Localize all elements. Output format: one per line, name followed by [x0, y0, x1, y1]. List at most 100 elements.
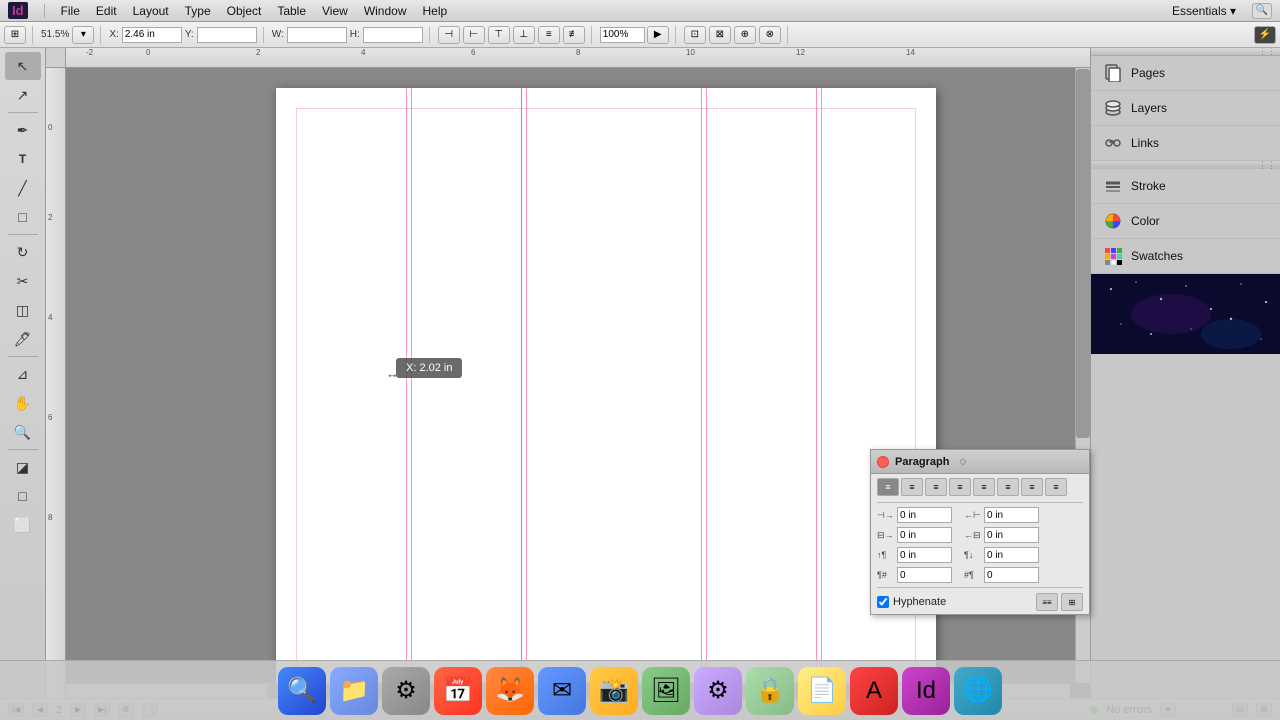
frame-fit-btn[interactable]: ⊡: [684, 26, 706, 44]
percent-play[interactable]: ▶: [647, 26, 669, 44]
panel-item-stroke[interactable]: Stroke: [1091, 169, 1280, 204]
align-justify-last-right[interactable]: ≡: [1021, 478, 1043, 496]
panel-item-pages[interactable]: Pages: [1091, 56, 1280, 91]
dock-mail[interactable]: ✉: [538, 667, 586, 715]
align-justify-last-center[interactable]: ≡: [997, 478, 1019, 496]
tool-transform[interactable]: ↻: [5, 238, 41, 266]
menu-help[interactable]: Help: [423, 4, 448, 18]
x-input[interactable]: [122, 27, 182, 43]
align-center-para-btn[interactable]: ≡: [901, 478, 923, 496]
align-justify-all[interactable]: ≡: [1045, 478, 1067, 496]
dock-indesign[interactable]: Id: [902, 667, 950, 715]
grid-tool[interactable]: ⊞: [4, 26, 26, 44]
tool-hand[interactable]: ✋: [5, 389, 41, 417]
tool-shape[interactable]: □: [5, 203, 41, 231]
tool-measure[interactable]: ⊿: [5, 360, 41, 388]
number-input-left[interactable]: [897, 567, 952, 583]
paragraph-title-bar[interactable]: Paragraph ◇: [871, 450, 1089, 474]
tool-apply-color[interactable]: □: [5, 482, 41, 510]
ruler-tick-neg2: -2: [86, 48, 93, 57]
last-indent-input[interactable]: [984, 527, 1039, 543]
menu-edit[interactable]: Edit: [96, 4, 117, 18]
tool-direct-selection[interactable]: ↗: [5, 81, 41, 109]
dock-calendar[interactable]: 📅: [434, 667, 482, 715]
w-label: W:: [272, 29, 284, 40]
panel-item-layers[interactable]: Layers: [1091, 91, 1280, 126]
lightning-btn[interactable]: ⚡: [1254, 26, 1276, 44]
dock-preview[interactable]: 🖼: [642, 667, 690, 715]
tool-selection[interactable]: ↖: [5, 52, 41, 80]
hyphenate-checkbox[interactable]: [877, 596, 889, 608]
right-indent-input[interactable]: [984, 507, 1039, 523]
tool-eyedropper[interactable]: 🖊: [5, 325, 41, 353]
first-line-indent-input[interactable]: [897, 527, 952, 543]
dock-settings[interactable]: ⚙: [382, 667, 430, 715]
frame-group: ⊡ ⊠ ⊕ ⊗: [684, 26, 788, 44]
align-middle-btn[interactable]: ≡: [538, 26, 560, 44]
space-before-input[interactable]: [897, 547, 952, 563]
h-input[interactable]: [363, 27, 423, 43]
menu-window[interactable]: Window: [364, 4, 407, 18]
tool-zoom[interactable]: 🔍: [5, 418, 41, 446]
tool-screen-mode[interactable]: ⬜: [5, 511, 41, 539]
tool-fill-stroke[interactable]: ◪: [5, 453, 41, 481]
ruler-tick-2: 2: [256, 48, 260, 57]
hyphenate-row: Hyphenate ≡≡ ⊞: [871, 590, 1089, 614]
tool-gradient[interactable]: ◫: [5, 296, 41, 324]
tool-line[interactable]: ╱: [5, 174, 41, 202]
menu-view[interactable]: View: [322, 4, 348, 18]
dock-finder[interactable]: 🔍: [278, 667, 326, 715]
panel-item-swatches[interactable]: Swatches: [1091, 239, 1280, 274]
panel-item-color[interactable]: Color: [1091, 204, 1280, 239]
align-right-para-btn[interactable]: ≡: [925, 478, 947, 496]
hyphen-style-2[interactable]: ⊞: [1061, 593, 1083, 611]
w-input[interactable]: [287, 27, 347, 43]
menu-file[interactable]: File: [61, 4, 80, 18]
paragraph-collapse[interactable]: ◇: [959, 456, 966, 467]
frame-center-btn[interactable]: ⊕: [734, 26, 756, 44]
align-justify-btn[interactable]: ≡: [949, 478, 971, 496]
tool-group-grid: ⊞: [4, 26, 33, 44]
dock-acrobat[interactable]: A: [850, 667, 898, 715]
zoom-dropdown[interactable]: ▾: [72, 26, 94, 44]
number-input-right[interactable]: [984, 567, 1039, 583]
menubar: Id File Edit Layout Type Object Table Vi…: [0, 0, 1280, 22]
dock-browser[interactable]: 🦊: [486, 667, 534, 715]
y-input[interactable]: [197, 27, 257, 43]
panel-header-resize[interactable]: ⋮⋮: [1091, 48, 1280, 56]
dock-system[interactable]: ⚙: [694, 667, 742, 715]
dock-security[interactable]: 🔒: [746, 667, 794, 715]
align-right-btn[interactable]: ⊤: [488, 26, 510, 44]
ruler-tick-4: 4: [361, 48, 365, 57]
align-left-btn[interactable]: ≡: [877, 478, 899, 496]
tool-scissors[interactable]: ✂: [5, 267, 41, 295]
panel-divider-1: ⋮⋮: [1091, 161, 1280, 169]
frame-auto-btn[interactable]: ⊗: [759, 26, 781, 44]
tool-pen[interactable]: ✒: [5, 116, 41, 144]
menu-essentials[interactable]: Essentials ▾: [1172, 4, 1236, 18]
align-top-btn[interactable]: ⊥: [513, 26, 535, 44]
page-document: [276, 88, 936, 698]
align-center-btn[interactable]: ⊢: [463, 26, 485, 44]
tool-type[interactable]: T: [5, 145, 41, 173]
dock-photos[interactable]: 📸: [590, 667, 638, 715]
panel-item-links[interactable]: Links: [1091, 126, 1280, 161]
left-indent-input[interactable]: [897, 507, 952, 523]
hyphenate-label: Hyphenate: [893, 596, 946, 608]
dock-globe[interactable]: 🌐: [954, 667, 1002, 715]
paragraph-close-btn[interactable]: [877, 456, 889, 468]
menu-object[interactable]: Object: [227, 4, 262, 18]
frame-fill-btn[interactable]: ⊠: [709, 26, 731, 44]
menu-table[interactable]: Table: [277, 4, 306, 18]
percent-input[interactable]: [600, 27, 645, 43]
hyphen-style-1[interactable]: ≡≡: [1036, 593, 1058, 611]
align-bottom-btn[interactable]: ≢: [563, 26, 585, 44]
dock-files[interactable]: 📁: [330, 667, 378, 715]
dock-notes[interactable]: 📄: [798, 667, 846, 715]
menu-type[interactable]: Type: [185, 4, 211, 18]
align-left-btn[interactable]: ⊣: [438, 26, 460, 44]
space-after-input[interactable]: [984, 547, 1039, 563]
search-btn[interactable]: 🔍: [1252, 3, 1272, 19]
align-justify-last-left[interactable]: ≡: [973, 478, 995, 496]
menu-layout[interactable]: Layout: [133, 4, 169, 18]
